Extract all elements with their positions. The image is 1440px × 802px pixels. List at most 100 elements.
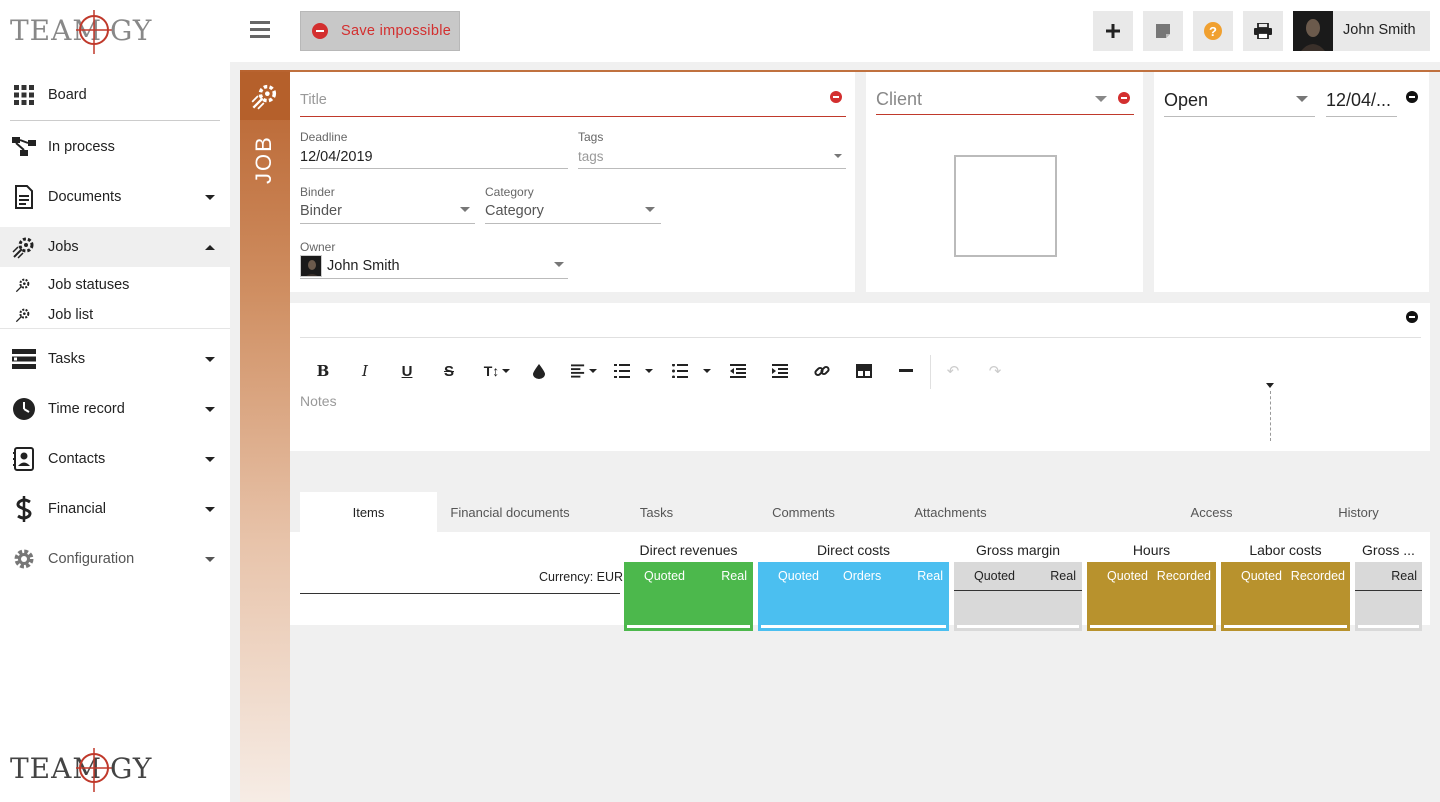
sidebar-item-financial[interactable]: Financial xyxy=(0,496,230,522)
deadline-field[interactable]: Deadline 12/04/2019 xyxy=(300,130,568,170)
tags-field[interactable]: Tags tags xyxy=(578,130,846,170)
divider xyxy=(10,120,220,121)
detail-tabs: Items Financial documents Tasks Comments… xyxy=(290,492,1430,532)
font-size-icon[interactable]: T↕ xyxy=(480,361,514,381)
horizontal-rule-icon[interactable] xyxy=(898,361,914,381)
column-header[interactable]: Quoted xyxy=(974,569,1015,583)
italic-icon[interactable]: I xyxy=(357,361,373,381)
total-bar xyxy=(761,625,946,628)
binder-select[interactable]: Binder Binder xyxy=(300,185,475,225)
indent-icon[interactable] xyxy=(772,361,788,381)
user-menu-button[interactable]: John Smith xyxy=(1293,11,1430,51)
column-header[interactable]: Quoted xyxy=(1107,569,1148,583)
sidebar-item-configuration[interactable]: Configuration xyxy=(0,546,230,572)
status-panel: Open 12/04/... xyxy=(1154,72,1429,292)
chevron-down-icon xyxy=(205,194,215,200)
sidebar-item-jobs[interactable]: Jobs xyxy=(0,227,230,267)
bold-icon[interactable]: B xyxy=(315,361,331,381)
required-error-icon xyxy=(1118,92,1130,104)
outdent-icon[interactable] xyxy=(730,361,746,381)
sidebar-item-tasks[interactable]: Tasks xyxy=(0,346,230,372)
column-header[interactable]: Orders xyxy=(843,569,881,583)
title-field[interactable]: Title xyxy=(300,90,846,118)
ordered-list-icon[interactable] xyxy=(614,361,630,381)
job-strip: JOB xyxy=(240,70,290,802)
hamburger-menu-icon[interactable] xyxy=(250,21,270,39)
column-header[interactable]: Real xyxy=(721,569,747,583)
strikethrough-icon[interactable]: S xyxy=(441,361,457,381)
tab-comments[interactable]: Comments xyxy=(730,492,877,532)
group-header: Quoted Real xyxy=(624,562,753,591)
field-underline xyxy=(300,223,475,224)
column-header[interactable]: Recorded xyxy=(1157,569,1211,583)
group-values xyxy=(1355,591,1422,631)
bullet-list-icon[interactable] xyxy=(672,361,688,381)
chevron-down-icon xyxy=(205,356,215,362)
teamogy-logo[interactable]: TEAM GY xyxy=(10,8,160,60)
chevron-down-icon xyxy=(1095,96,1107,102)
undo-icon[interactable]: ↶ xyxy=(945,361,961,381)
column-header[interactable]: Real xyxy=(1050,569,1076,583)
total-bar xyxy=(1358,625,1419,628)
client-logo-placeholder[interactable] xyxy=(954,155,1057,257)
column-header[interactable]: Real xyxy=(1391,569,1417,583)
redo-icon[interactable]: ↷ xyxy=(987,361,1003,381)
field-underline xyxy=(300,168,568,169)
dollar-icon xyxy=(12,496,36,522)
category-select[interactable]: Category Category xyxy=(485,185,661,225)
sidebar-item-in-process[interactable]: In process xyxy=(0,134,230,160)
tab-history[interactable]: History xyxy=(1285,492,1432,532)
status-select[interactable]: Open xyxy=(1164,88,1315,117)
sidebar-item-job-list[interactable]: Job list xyxy=(0,305,230,325)
resize-handle-icon[interactable] xyxy=(1266,383,1274,388)
tab-attachments[interactable]: Attachments xyxy=(877,492,1024,532)
bullet-list-dropdown[interactable] xyxy=(702,361,712,381)
notes-placeholder[interactable]: Notes xyxy=(300,393,337,409)
rocket-gear-icon xyxy=(14,306,32,324)
sidebar-item-time-record[interactable]: Time record xyxy=(0,396,230,422)
tab-tasks[interactable]: Tasks xyxy=(583,492,730,532)
table-icon[interactable] xyxy=(856,361,872,381)
align-icon[interactable] xyxy=(571,361,597,381)
chevron-down-icon xyxy=(205,406,215,412)
column-header[interactable]: Real xyxy=(917,569,943,583)
print-button[interactable] xyxy=(1243,11,1283,51)
column-header[interactable]: Quoted xyxy=(644,569,685,583)
status-date-field[interactable]: 12/04/... xyxy=(1326,88,1397,117)
rocket-gear-icon xyxy=(251,84,277,110)
tab-access[interactable]: Access xyxy=(1138,492,1285,532)
tab-items[interactable]: Items xyxy=(300,492,437,532)
sidebar-item-job-statuses[interactable]: Job statuses xyxy=(0,275,230,295)
currency-label: Currency: EUR xyxy=(539,570,624,584)
sidebar-item-label: Time record xyxy=(48,401,125,417)
client-select[interactable]: Client xyxy=(876,88,1134,116)
group-header: Real xyxy=(1355,562,1422,591)
sidebar-item-documents[interactable]: Documents xyxy=(0,184,230,210)
sticky-note-button[interactable] xyxy=(1143,11,1183,51)
required-error-icon xyxy=(830,91,842,103)
owner-select[interactable]: Owner John Smith xyxy=(300,240,568,280)
save-impossible-button[interactable]: Save impossible xyxy=(300,11,460,51)
ordered-list-dropdown[interactable] xyxy=(644,361,654,381)
collapse-icon[interactable] xyxy=(1406,311,1418,323)
field-underline xyxy=(300,278,568,279)
title-underline xyxy=(300,116,846,117)
underline-icon[interactable]: U xyxy=(399,361,415,381)
help-button[interactable]: ? xyxy=(1193,11,1233,51)
column-header[interactable]: Recorded xyxy=(1291,569,1345,583)
sidebar-item-label: Job list xyxy=(48,307,94,323)
top-bar: Save impossible ? John Smith xyxy=(230,0,1440,62)
add-button[interactable] xyxy=(1093,11,1133,51)
link-icon[interactable] xyxy=(814,361,830,381)
category-value: Category xyxy=(485,203,544,219)
column-header[interactable]: Quoted xyxy=(1241,569,1282,583)
sidebar-item-board[interactable]: Board xyxy=(0,82,230,108)
tab-financial-documents[interactable]: Financial documents xyxy=(437,492,583,532)
field-underline xyxy=(485,223,661,224)
chevron-down-icon xyxy=(645,207,655,212)
collapse-icon[interactable] xyxy=(1406,91,1418,103)
group-values xyxy=(758,591,949,631)
column-header[interactable]: Quoted xyxy=(778,569,819,583)
sidebar-item-contacts[interactable]: Contacts xyxy=(0,446,230,472)
color-drop-icon[interactable] xyxy=(531,361,547,381)
